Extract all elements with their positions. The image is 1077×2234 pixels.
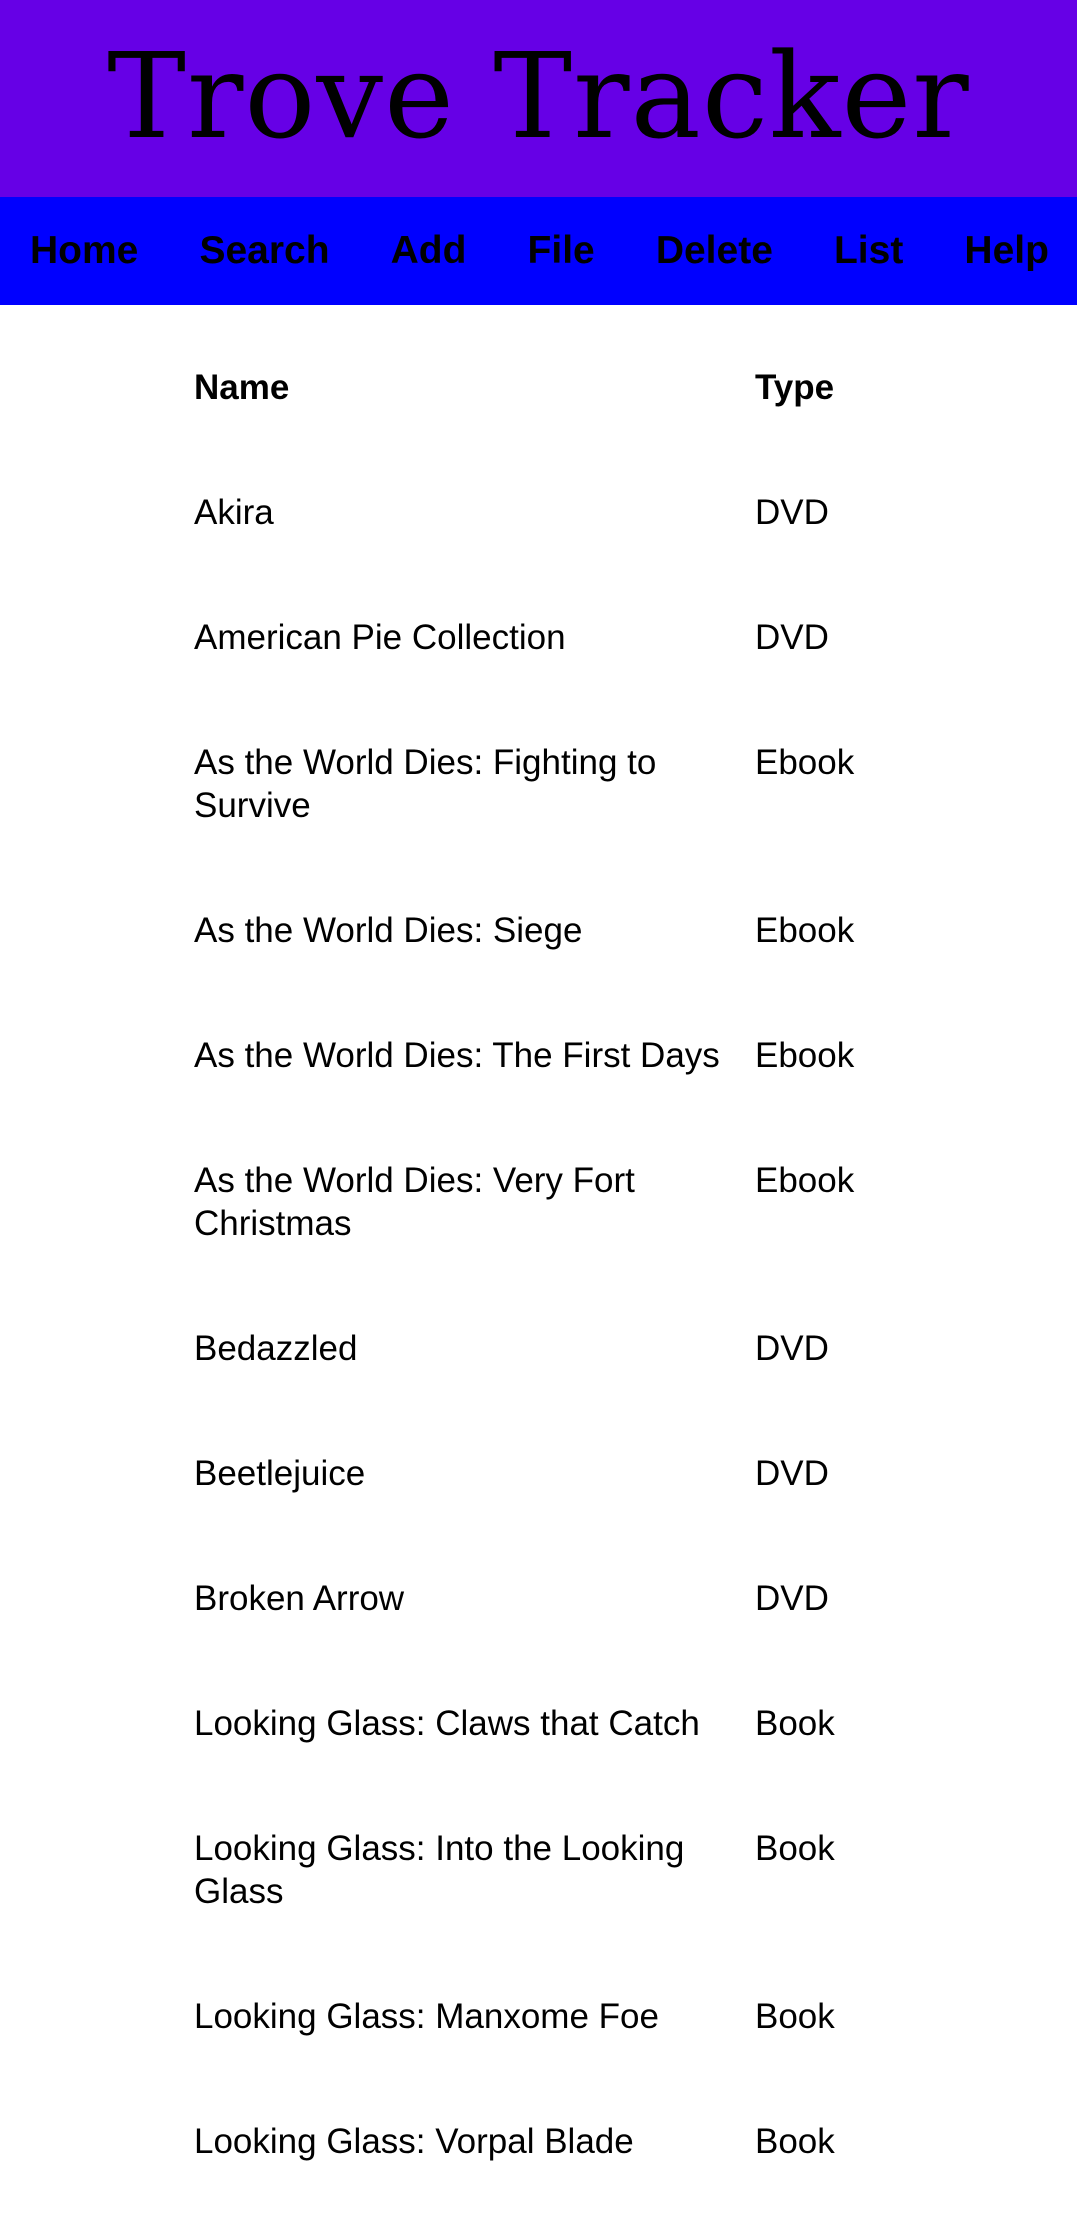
main-content: Name Type Akira DVD American Pie Collect…	[0, 305, 1077, 2234]
table-row: Bedazzled DVD	[180, 1316, 909, 1441]
item-name-cell: As the World Dies: The First Days	[194, 1036, 720, 1075]
table-row: Looking Glass: Manxome Foe Book	[180, 1984, 909, 2109]
item-type-cell: DVD	[755, 1579, 829, 1618]
item-type-cell: DVD	[755, 618, 829, 657]
table-row: Broken Arrow DVD	[180, 1566, 909, 1691]
site-title: Trove Tracker	[107, 26, 970, 165]
table-body: Akira DVD American Pie Collection DVD As…	[180, 480, 909, 2234]
item-type-cell: DVD	[755, 1329, 829, 1368]
nav-delete-link[interactable]: Delete	[656, 229, 773, 273]
table-row: As the World Dies: Siege Ebook	[180, 898, 909, 1023]
item-type-cell: Ebook	[755, 1161, 855, 1200]
item-name-cell: Looking Glass: Into the Looking Glass	[194, 1829, 685, 1911]
table-row: As the World Dies: Fighting to Survive E…	[180, 730, 909, 898]
item-type-cell: Ebook	[755, 743, 855, 782]
item-name-cell: Broken Arrow	[194, 1579, 405, 1618]
item-type-cell: Book	[755, 2122, 835, 2161]
item-type-cell: DVD	[755, 493, 829, 532]
item-name-cell: Looking Glass: Vorpal Blade	[194, 2122, 634, 2161]
item-type-cell: Book	[755, 1704, 835, 1743]
table-row: As the World Dies: The First Days Ebook	[180, 1023, 909, 1148]
table-row: Akira DVD	[180, 480, 909, 605]
nav-help-link[interactable]: Help	[964, 229, 1049, 273]
name-column-header: Name	[194, 368, 290, 407]
site-header: Trove Tracker	[0, 0, 1077, 197]
nav-file-link[interactable]: File	[528, 229, 595, 273]
table-row: American Pie Collection DVD	[180, 605, 909, 730]
item-name-cell: American Pie Collection	[194, 618, 566, 657]
table-row: Looking Glass: Into the Looking Glass Bo…	[180, 1816, 909, 1984]
item-name-cell: Bedazzled	[194, 1329, 358, 1368]
type-column-header: Type	[755, 368, 835, 407]
main-nav: Home Search Add File Delete List Help	[0, 197, 1077, 305]
nav-list-link[interactable]: List	[834, 229, 903, 273]
table-row: Looking Glass: Vorpal Blade Book	[180, 2109, 909, 2234]
item-name-cell: Akira	[194, 493, 274, 532]
item-type-cell: Book	[755, 1997, 835, 2036]
item-type-cell: Ebook	[755, 911, 855, 950]
table-row: As the World Dies: Very Fort Christmas E…	[180, 1148, 909, 1316]
item-name-cell: As the World Dies: Very Fort Christmas	[194, 1161, 635, 1243]
table-head: Name Type	[180, 355, 909, 480]
nav-search-link[interactable]: Search	[199, 229, 329, 273]
table-row: Beetlejuice DVD	[180, 1441, 909, 1566]
item-type-cell: Ebook	[755, 1036, 855, 1075]
item-type-cell: DVD	[755, 1454, 829, 1493]
nav-add-link[interactable]: Add	[391, 229, 467, 273]
items-table: Name Type Akira DVD American Pie Collect…	[180, 355, 909, 2234]
table-row: Looking Glass: Claws that Catch Book	[180, 1691, 909, 1816]
nav-home-link[interactable]: Home	[30, 229, 138, 273]
table-header-row: Name Type	[180, 355, 909, 480]
item-type-cell: Book	[755, 1829, 835, 1868]
item-name-cell: Beetlejuice	[194, 1454, 366, 1493]
item-name-cell: As the World Dies: Siege	[194, 911, 583, 950]
item-name-cell: Looking Glass: Manxome Foe	[194, 1997, 659, 2036]
item-name-cell: Looking Glass: Claws that Catch	[194, 1704, 700, 1743]
item-name-cell: As the World Dies: Fighting to Survive	[194, 743, 657, 825]
